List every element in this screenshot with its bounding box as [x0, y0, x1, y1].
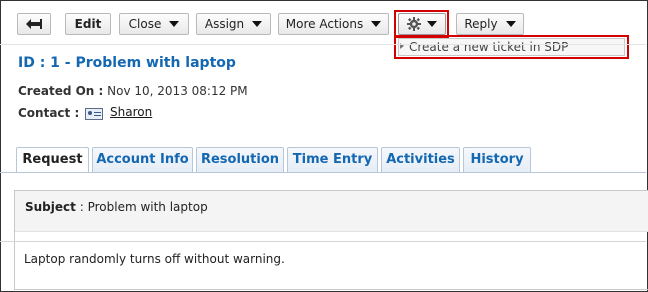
- close-button[interactable]: Close: [119, 13, 189, 35]
- header-divider: [0, 44, 646, 45]
- chevron-down-icon: [505, 20, 516, 27]
- tab-history[interactable]: History: [463, 147, 531, 172]
- chevron-down-icon: [169, 20, 180, 27]
- tab-request[interactable]: Request: [16, 147, 89, 173]
- edit-button-label: Edit: [74, 17, 102, 31]
- tab-account-info-label: Account Info: [96, 152, 189, 167]
- tab-resolution-label: Resolution: [200, 152, 280, 167]
- tab-underline: [0, 172, 646, 173]
- request-panel: Subject : Problem with laptop: [14, 190, 648, 290]
- tab-time-entry[interactable]: Time Entry: [287, 147, 378, 172]
- toolbar: Edit Close Assign More Actions Reply: [0, 0, 646, 40]
- subject-row: Subject : Problem with laptop: [15, 191, 648, 232]
- reply-button[interactable]: Reply: [456, 13, 524, 35]
- chevron-down-icon: [371, 20, 382, 27]
- more-actions-button[interactable]: More Actions: [278, 13, 389, 35]
- description-divider: [0, 241, 646, 242]
- contact-row: Contact :: [18, 106, 79, 120]
- contact-card-icon: [85, 108, 103, 120]
- more-actions-label: More Actions: [285, 17, 364, 31]
- subject-label: Subject: [25, 200, 76, 214]
- settings-highlight: [394, 10, 449, 38]
- reply-button-label: Reply: [464, 17, 498, 31]
- created-on-label: Created On :: [18, 84, 104, 98]
- close-button-label: Close: [128, 17, 162, 31]
- back-arrow-icon: [26, 19, 42, 29]
- create-ticket-menu-item[interactable]: Create a new ticket in SDP: [409, 40, 568, 54]
- assign-button[interactable]: Assign: [196, 13, 271, 35]
- assign-button-label: Assign: [204, 17, 245, 31]
- edit-button[interactable]: Edit: [65, 13, 111, 35]
- tab-request-label: Request: [22, 152, 83, 167]
- back-button[interactable]: [17, 13, 51, 35]
- tab-activities[interactable]: Activities: [381, 147, 460, 172]
- contact-link[interactable]: Sharon: [110, 105, 152, 119]
- tab-activities-label: Activities: [386, 152, 455, 167]
- page-title: ID : 1 - Problem with laptop: [18, 55, 236, 71]
- subject-field: Subject : Problem with laptop: [25, 200, 208, 214]
- tab-time-entry-label: Time Entry: [292, 152, 373, 167]
- tab-resolution[interactable]: Resolution: [196, 147, 284, 172]
- chevron-down-icon: [252, 20, 263, 27]
- settings-dropdown-menu: Create a new ticket in SDP: [398, 38, 625, 56]
- description-text: Laptop randomly turns off without warnin…: [24, 252, 285, 266]
- subject-value: : Problem with laptop: [79, 200, 208, 214]
- tab-account-info[interactable]: Account Info: [92, 147, 193, 172]
- tab-history-label: History: [470, 152, 524, 167]
- contact-label: Contact :: [18, 106, 80, 120]
- created-on-row: Created On : Nov 10, 2013 08:12 PM: [18, 84, 248, 98]
- created-on-value: Nov 10, 2013 08:12 PM: [107, 84, 248, 98]
